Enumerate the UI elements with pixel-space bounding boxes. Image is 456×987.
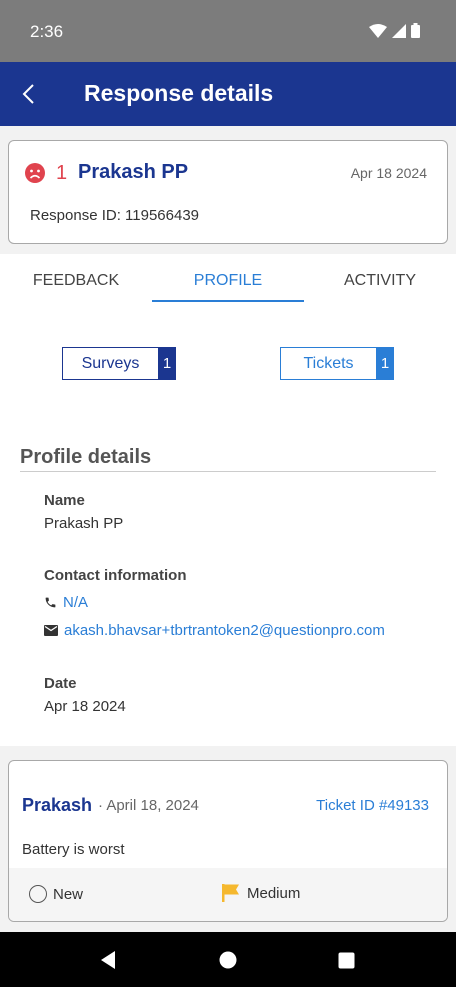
name-label: Name — [44, 492, 85, 509]
ticket-status[interactable]: New — [29, 885, 83, 903]
phone-value: N/A — [63, 594, 89, 611]
nav-home-button[interactable] — [217, 949, 239, 971]
tab-profile[interactable]: PROFILE — [152, 254, 304, 304]
radio-icon — [29, 885, 47, 903]
surveys-chip[interactable]: Surveys 1 — [62, 347, 176, 380]
surveys-chip-count: 1 — [158, 347, 176, 380]
profile-section-title: Profile details — [20, 446, 152, 468]
phone-row[interactable]: N/A — [44, 594, 88, 611]
date-label: Date — [44, 675, 77, 692]
section-divider — [20, 471, 436, 472]
ticket-footer: New Medium — [9, 868, 447, 921]
name-value: Prakash PP — [44, 515, 124, 532]
page-title: Response details — [84, 80, 274, 106]
nav-back-button[interactable] — [97, 949, 119, 971]
email-value: akash.bhavsar+tbrtrantoken2@questionpro.… — [64, 622, 385, 639]
battery-icon — [411, 23, 420, 38]
email-row[interactable]: akash.bhavsar+tbrtrantoken2@questionpro.… — [44, 622, 385, 639]
active-tab-indicator — [152, 300, 304, 302]
flag-icon — [222, 884, 239, 902]
ticket-priority-label: Medium — [247, 884, 301, 902]
tickets-chip-label: Tickets — [280, 347, 376, 380]
circle-home-icon — [219, 951, 237, 969]
status-time: 2:36 — [30, 22, 64, 41]
signal-icon — [392, 23, 406, 38]
tab-feedback[interactable]: FEEDBACK — [0, 254, 152, 304]
response-id: Response ID: 119566439 — [30, 207, 200, 224]
tab-bar: FEEDBACK PROFILE ACTIVITY — [0, 254, 456, 304]
sad-face-icon — [25, 163, 45, 183]
nav-recents-button[interactable] — [335, 949, 357, 971]
tab-activity[interactable]: ACTIVITY — [304, 254, 456, 304]
phone-icon — [45, 597, 56, 608]
square-recents-icon — [338, 952, 354, 968]
tickets-chip-count: 1 — [376, 347, 394, 380]
ticket-priority[interactable]: Medium — [221, 883, 300, 903]
chevron-left-icon — [22, 84, 34, 104]
status-bar: 2:36 — [0, 0, 456, 62]
triangle-back-icon — [101, 951, 115, 969]
ticket-card[interactable]: Prakash · April 18, 2024 Ticket ID #4913… — [8, 760, 448, 922]
date-value: Apr 18 2024 — [44, 698, 126, 715]
ticket-author: Prakash — [22, 795, 93, 815]
response-count: 1 — [56, 162, 68, 184]
ticket-id-link[interactable]: Ticket ID #49133 — [316, 797, 429, 814]
status-icons — [369, 23, 420, 38]
ticket-status-label: New — [53, 885, 84, 903]
response-card: 1 Prakash PP Apr 18 2024 Response ID: 11… — [8, 140, 448, 244]
ticket-date: · April 18, 2024 — [98, 797, 199, 814]
back-button[interactable] — [8, 74, 48, 114]
response-date: Apr 18 2024 — [350, 165, 427, 181]
navigation-bar — [0, 932, 456, 987]
surveys-chip-label: Surveys — [62, 347, 158, 380]
mail-icon — [44, 625, 58, 636]
tickets-chip[interactable]: Tickets 1 — [280, 347, 394, 380]
contact-label: Contact information — [44, 567, 187, 584]
wifi-icon — [369, 23, 387, 38]
respondent-name: Prakash PP — [78, 161, 189, 183]
app-bar: Response details — [0, 62, 456, 126]
ticket-text: Battery is worst — [22, 841, 125, 858]
